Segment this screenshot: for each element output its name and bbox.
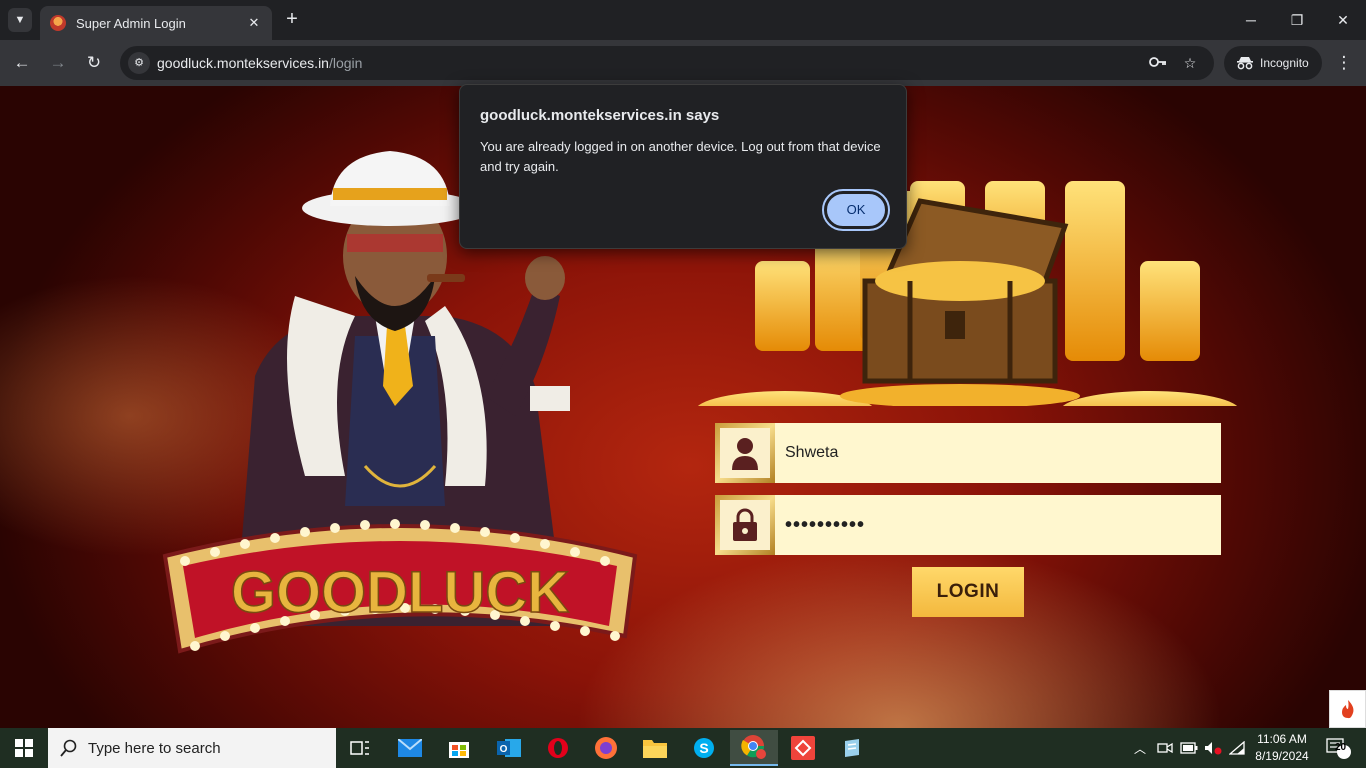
password-field[interactable]: •••••••••• [715,495,1221,555]
url-host: goodluck.montekservices.in [157,55,329,71]
skype-icon[interactable]: S [680,732,728,764]
battery-icon[interactable] [1178,728,1200,768]
forward-icon[interactable]: → [46,51,70,75]
maximize-icon[interactable]: ❐ [1274,8,1320,32]
incognito-icon [1236,56,1254,70]
browser-toolbar: ← → ↻ ⚙ goodluck.montekservices.in/login… [0,40,1366,86]
firefox-icon[interactable] [582,732,630,764]
clock-time: 11:06 AM [1257,732,1307,746]
mail-icon[interactable] [386,732,434,764]
file-explorer-icon[interactable] [631,732,679,764]
password-input[interactable]: •••••••••• [785,514,865,537]
username-input[interactable]: Shweta [785,444,838,462]
anydesk-icon[interactable] [779,732,827,764]
dialog-message: You are already logged in on another dev… [480,139,881,174]
address-bar[interactable]: ⚙ goodluck.montekservices.in/login ☆ [120,46,1214,80]
chevron-up-icon[interactable]: ︿ [1130,728,1150,768]
svg-text:O: O [500,744,508,755]
username-field[interactable]: Shweta [715,423,1221,483]
incognito-indicator[interactable]: Incognito [1224,46,1322,80]
notification-count: 20 [1335,742,1347,753]
logo-text: GOODLUCK [231,560,569,625]
microsoft-store-icon[interactable] [435,732,483,764]
url-path: /login [328,55,363,71]
lock-icon-frame [715,495,775,555]
chrome-icon[interactable] [730,730,778,766]
notification-center-icon[interactable]: 20 [1318,728,1358,768]
favicon-icon [50,15,66,31]
incognito-label: Incognito [1260,56,1309,70]
meet-now-icon[interactable] [1154,728,1176,768]
windows-taskbar: Type here to search O S ︿ 11:06 AM 8/19/… [0,728,1366,768]
ok-button[interactable]: OK [822,189,890,231]
tab-search-icon[interactable]: ▼ [8,8,32,32]
site-settings-icon[interactable]: ⚙ [128,52,150,74]
svg-text:S: S [699,740,708,756]
task-view-icon[interactable] [336,732,384,764]
system-clock[interactable]: 11:06 AM 8/19/2024 [1250,731,1314,765]
outlook-icon[interactable]: O [485,732,533,764]
star-icon[interactable]: ☆ [1180,53,1200,73]
search-icon [60,739,77,757]
clock-date: 8/19/2024 [1255,749,1309,763]
more-menu-icon[interactable]: ⋮ [1334,51,1354,75]
dialog-title: goodluck.montekservices.in says [480,107,720,124]
user-icon [732,438,758,470]
search-placeholder: Type here to search [88,739,221,757]
opera-icon[interactable] [534,732,582,764]
url-text[interactable]: goodluck.montekservices.in/login [157,55,362,71]
tab-title: Super Admin Login [76,15,186,31]
tab-strip: ▼ Super Admin Login ✕ + ─ ❐ ✕ [0,0,1366,40]
close-icon[interactable]: ✕ [246,15,262,31]
minimize-icon[interactable]: ─ [1228,8,1274,32]
fire-icon[interactable] [1329,690,1366,728]
login-button[interactable]: LOGIN [912,567,1024,617]
alert-dialog: goodluck.montekservices.in says You are … [459,84,907,249]
volume-muted-icon[interactable] [1202,728,1224,768]
browser-tab[interactable]: Super Admin Login ✕ [40,6,272,40]
reload-icon[interactable]: ↻ [82,51,106,75]
windows-start-icon[interactable] [0,728,48,768]
notepad-icon[interactable] [828,732,876,764]
back-icon[interactable]: ← [10,51,34,75]
new-tab-icon[interactable]: + [282,8,302,32]
lock-icon [733,508,757,541]
wifi-icon[interactable] [1226,728,1248,768]
key-icon[interactable] [1148,53,1168,73]
taskbar-search[interactable]: Type here to search [48,728,336,768]
user-icon-frame [715,423,775,483]
window-close-icon[interactable]: ✕ [1320,8,1366,32]
goodluck-logo: GOODLUCK [162,519,638,654]
